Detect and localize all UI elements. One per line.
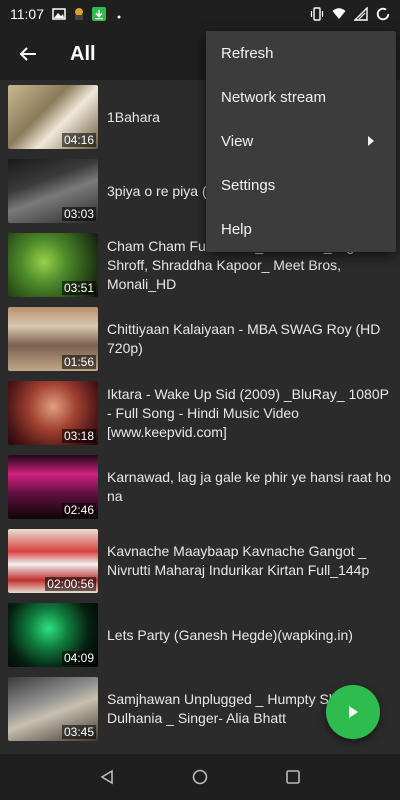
video-thumbnail: 03:45	[8, 677, 98, 741]
menu-item-network-stream[interactable]: Network stream	[206, 75, 396, 119]
app-notification-icon	[75, 8, 83, 20]
video-thumbnail: 01:56	[8, 307, 98, 371]
video-thumbnail: 03:18	[8, 381, 98, 445]
menu-item-settings[interactable]: Settings	[206, 163, 396, 207]
play-icon	[349, 706, 358, 718]
status-time: 11:07	[10, 6, 44, 22]
video-thumbnail: 02:00:56	[8, 529, 98, 593]
signal-icon	[354, 7, 368, 21]
video-thumbnail: 03:03	[8, 159, 98, 223]
video-thumbnail: 04:09	[8, 603, 98, 667]
video-item[interactable]: 04:09 Lets Party (Ganesh Hegde)(wapking.…	[0, 598, 400, 672]
battery-icon	[376, 7, 390, 21]
vibrate-icon	[310, 7, 324, 21]
video-title: Lets Party (Ganesh Hegde)(wapking.in)	[107, 627, 353, 643]
video-thumbnail: 04:16	[8, 85, 98, 149]
menu-item-help[interactable]: Help	[206, 207, 396, 251]
nav-back-icon[interactable]	[98, 768, 116, 786]
play-fab-button[interactable]	[326, 685, 380, 739]
video-duration: 04:16	[61, 133, 96, 147]
video-item[interactable]: 02:46 Karnawad, lag ja gale ke phir ye h…	[0, 450, 400, 524]
video-duration: 04:09	[61, 651, 96, 665]
submenu-arrow-icon	[368, 136, 374, 146]
video-item[interactable]: 02:00:56 Kavnache Maaybaap Kavnache Gang…	[0, 524, 400, 598]
video-duration: 02:00:56	[45, 577, 96, 591]
video-duration: 03:03	[61, 207, 96, 221]
back-arrow-icon[interactable]	[0, 28, 56, 80]
nav-recents-icon[interactable]	[284, 768, 302, 786]
video-duration: 03:18	[61, 429, 96, 443]
dot-notification-icon	[117, 15, 121, 19]
system-nav-bar	[0, 754, 400, 800]
status-bar: 11:07	[0, 0, 400, 28]
video-title: Chittiyaan Kalaiyaan - MBA SWAG Roy (HD …	[107, 321, 381, 356]
menu-item-view[interactable]: View	[206, 119, 396, 163]
page-title: All	[70, 42, 96, 65]
video-duration: 02:46	[61, 503, 96, 517]
video-duration: 03:51	[61, 281, 96, 295]
video-item[interactable]: 03:18 Iktara - Wake Up Sid (2009) _BluRa…	[0, 376, 400, 450]
nav-home-icon[interactable]	[191, 768, 209, 786]
menu-item-view-label: View	[221, 132, 254, 150]
menu-item-refresh[interactable]: Refresh	[206, 31, 396, 75]
video-title: Karnawad, lag ja gale ke phir ye hansi r…	[107, 469, 392, 504]
video-title: Iktara - Wake Up Sid (2009) _BluRay_ 108…	[107, 386, 389, 440]
video-thumbnail: 03:51	[8, 233, 98, 297]
image-notification-icon	[52, 8, 66, 20]
video-duration: 01:56	[61, 355, 96, 369]
overflow-menu: Refresh Network stream View Settings Hel…	[206, 31, 396, 252]
video-thumbnail: 02:46	[8, 455, 98, 519]
video-item[interactable]: 01:56 Chittiyaan Kalaiyaan - MBA SWAG Ro…	[0, 302, 400, 376]
download-notification-icon	[92, 7, 106, 21]
video-duration: 03:45	[61, 725, 96, 739]
wifi-icon	[332, 8, 346, 19]
video-title: Kavnache Maaybaap Kavnache Gangot _ Nivr…	[107, 543, 370, 578]
